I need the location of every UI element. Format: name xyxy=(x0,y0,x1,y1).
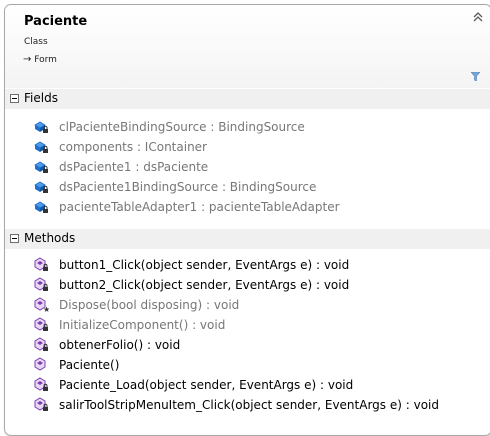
method-label: InitializeComponent() : void xyxy=(59,318,226,332)
inheritance-arrow-icon: → xyxy=(23,54,32,65)
methods-section-label: Methods xyxy=(24,231,76,245)
collapse-methods-toggle[interactable] xyxy=(10,234,19,243)
base-type-label: Form xyxy=(34,55,57,65)
method-icon xyxy=(33,377,49,393)
class-stereotype: Class xyxy=(24,37,48,47)
method-icon xyxy=(33,257,49,273)
base-type: → Form xyxy=(23,54,57,65)
field-label: components : IContainer xyxy=(59,140,207,154)
method-label: Dispose(bool disposing) : void xyxy=(59,298,240,312)
field-label: dsPaciente1BindingSource : BindingSource xyxy=(59,180,317,194)
method-label: button1_Click(object sender, EventArgs e… xyxy=(59,258,350,272)
field-label: pacienteTableAdapter1 : pacienteTableAda… xyxy=(59,200,340,214)
field-icon xyxy=(33,139,49,155)
field-icon xyxy=(33,119,49,135)
filter-icon[interactable] xyxy=(471,72,480,81)
method-label: obtenerFolio() : void xyxy=(59,338,181,352)
double-chevron-up-icon[interactable] xyxy=(473,12,483,22)
field-label: dsPaciente1 : dsPaciente xyxy=(59,160,209,174)
field-label: clPacienteBindingSource : BindingSource xyxy=(59,120,305,134)
method-icon xyxy=(33,277,49,293)
fields-section-label: Fields xyxy=(24,91,58,105)
method-label: Paciente_Load(object sender, EventArgs e… xyxy=(59,378,354,392)
method-icon xyxy=(33,357,49,373)
method-icon xyxy=(33,317,49,333)
method-icon xyxy=(33,397,49,413)
collapse-fields-toggle[interactable] xyxy=(10,94,19,103)
fields-section-header[interactable]: Fields xyxy=(5,89,490,109)
method-label: salirToolStripMenuItem_Click(object send… xyxy=(59,398,439,412)
class-shape[interactable]: Paciente Class → Form Fields Methods clP… xyxy=(4,4,490,436)
methods-section-header[interactable]: Methods xyxy=(5,229,490,249)
method-icon: ★ xyxy=(33,297,49,313)
field-icon xyxy=(33,199,49,215)
field-icon xyxy=(33,179,49,195)
svg-text:★: ★ xyxy=(43,305,49,313)
field-icon xyxy=(33,159,49,175)
method-label: Paciente() xyxy=(59,358,120,372)
class-header[interactable]: Paciente Class → Form xyxy=(5,5,490,88)
method-label: button2_Click(object sender, EventArgs e… xyxy=(59,278,350,292)
method-icon xyxy=(33,337,49,353)
class-name: Paciente xyxy=(24,14,88,29)
